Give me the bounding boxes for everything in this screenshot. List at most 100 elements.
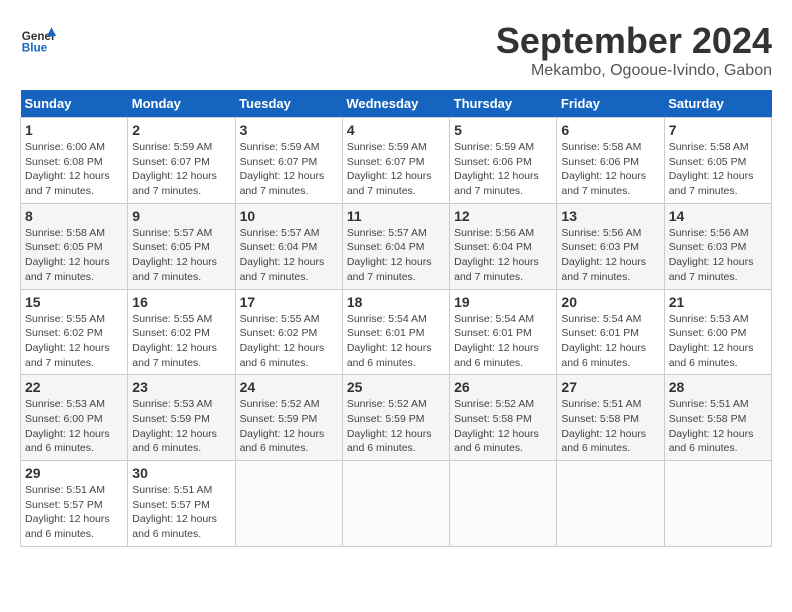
weekday-header-thursday: Thursday xyxy=(450,90,557,118)
calendar-cell: 5 Sunrise: 5:59 AMSunset: 6:06 PMDayligh… xyxy=(450,118,557,204)
day-number: 15 xyxy=(25,294,123,310)
day-info: Sunrise: 5:54 AMSunset: 6:01 PMDaylight:… xyxy=(561,312,659,371)
day-info: Sunrise: 5:53 AMSunset: 6:00 PMDaylight:… xyxy=(25,397,123,456)
day-number: 8 xyxy=(25,208,123,224)
calendar-cell: 11 Sunrise: 5:57 AMSunset: 6:04 PMDaylig… xyxy=(342,203,449,289)
day-number: 21 xyxy=(669,294,767,310)
calendar-week-4: 22 Sunrise: 5:53 AMSunset: 6:00 PMDaylig… xyxy=(21,375,772,461)
logo-icon: General Blue xyxy=(20,20,56,56)
day-info: Sunrise: 5:54 AMSunset: 6:01 PMDaylight:… xyxy=(347,312,445,371)
calendar-cell: 28 Sunrise: 5:51 AMSunset: 5:58 PMDaylig… xyxy=(664,375,771,461)
day-number: 14 xyxy=(669,208,767,224)
calendar-cell: 14 Sunrise: 5:56 AMSunset: 6:03 PMDaylig… xyxy=(664,203,771,289)
svg-text:Blue: Blue xyxy=(22,42,48,55)
calendar-cell: 29 Sunrise: 5:51 AMSunset: 5:57 PMDaylig… xyxy=(21,461,128,547)
day-number: 25 xyxy=(347,379,445,395)
calendar-cell: 17 Sunrise: 5:55 AMSunset: 6:02 PMDaylig… xyxy=(235,289,342,375)
calendar-cell: 24 Sunrise: 5:52 AMSunset: 5:59 PMDaylig… xyxy=(235,375,342,461)
day-number: 9 xyxy=(132,208,230,224)
logo: General Blue xyxy=(20,20,56,56)
calendar-cell xyxy=(664,461,771,547)
day-info: Sunrise: 5:57 AMSunset: 6:05 PMDaylight:… xyxy=(132,226,230,285)
calendar-cell: 21 Sunrise: 5:53 AMSunset: 6:00 PMDaylig… xyxy=(664,289,771,375)
calendar-cell: 16 Sunrise: 5:55 AMSunset: 6:02 PMDaylig… xyxy=(128,289,235,375)
calendar-cell: 22 Sunrise: 5:53 AMSunset: 6:00 PMDaylig… xyxy=(21,375,128,461)
calendar-cell xyxy=(235,461,342,547)
day-info: Sunrise: 5:56 AMSunset: 6:03 PMDaylight:… xyxy=(561,226,659,285)
calendar-cell: 10 Sunrise: 5:57 AMSunset: 6:04 PMDaylig… xyxy=(235,203,342,289)
day-number: 3 xyxy=(240,122,338,138)
month-title: September 2024 xyxy=(496,20,772,62)
calendar-cell xyxy=(450,461,557,547)
calendar-week-3: 15 Sunrise: 5:55 AMSunset: 6:02 PMDaylig… xyxy=(21,289,772,375)
day-info: Sunrise: 5:51 AMSunset: 5:58 PMDaylight:… xyxy=(669,397,767,456)
day-info: Sunrise: 5:56 AMSunset: 6:04 PMDaylight:… xyxy=(454,226,552,285)
weekday-header-sunday: Sunday xyxy=(21,90,128,118)
day-number: 24 xyxy=(240,379,338,395)
day-info: Sunrise: 5:53 AMSunset: 6:00 PMDaylight:… xyxy=(669,312,767,371)
calendar-cell xyxy=(342,461,449,547)
day-number: 26 xyxy=(454,379,552,395)
day-number: 23 xyxy=(132,379,230,395)
day-info: Sunrise: 5:52 AMSunset: 5:59 PMDaylight:… xyxy=(347,397,445,456)
day-number: 2 xyxy=(132,122,230,138)
day-info: Sunrise: 5:57 AMSunset: 6:04 PMDaylight:… xyxy=(240,226,338,285)
calendar-week-2: 8 Sunrise: 5:58 AMSunset: 6:05 PMDayligh… xyxy=(21,203,772,289)
day-info: Sunrise: 5:58 AMSunset: 6:05 PMDaylight:… xyxy=(25,226,123,285)
calendar-cell: 23 Sunrise: 5:53 AMSunset: 5:59 PMDaylig… xyxy=(128,375,235,461)
day-number: 22 xyxy=(25,379,123,395)
day-info: Sunrise: 5:57 AMSunset: 6:04 PMDaylight:… xyxy=(347,226,445,285)
day-number: 1 xyxy=(25,122,123,138)
calendar-cell: 18 Sunrise: 5:54 AMSunset: 6:01 PMDaylig… xyxy=(342,289,449,375)
day-number: 7 xyxy=(669,122,767,138)
day-number: 16 xyxy=(132,294,230,310)
weekday-header-monday: Monday xyxy=(128,90,235,118)
day-info: Sunrise: 5:55 AMSunset: 6:02 PMDaylight:… xyxy=(132,312,230,371)
day-info: Sunrise: 5:51 AMSunset: 5:57 PMDaylight:… xyxy=(25,483,123,542)
calendar-cell xyxy=(557,461,664,547)
calendar-cell: 13 Sunrise: 5:56 AMSunset: 6:03 PMDaylig… xyxy=(557,203,664,289)
day-number: 29 xyxy=(25,465,123,481)
calendar-cell: 6 Sunrise: 5:58 AMSunset: 6:06 PMDayligh… xyxy=(557,118,664,204)
calendar-cell: 3 Sunrise: 5:59 AMSunset: 6:07 PMDayligh… xyxy=(235,118,342,204)
day-info: Sunrise: 5:55 AMSunset: 6:02 PMDaylight:… xyxy=(25,312,123,371)
day-info: Sunrise: 5:54 AMSunset: 6:01 PMDaylight:… xyxy=(454,312,552,371)
weekday-header-row: SundayMondayTuesdayWednesdayThursdayFrid… xyxy=(21,90,772,118)
calendar-cell: 2 Sunrise: 5:59 AMSunset: 6:07 PMDayligh… xyxy=(128,118,235,204)
day-info: Sunrise: 5:59 AMSunset: 6:07 PMDaylight:… xyxy=(240,140,338,199)
day-info: Sunrise: 5:58 AMSunset: 6:06 PMDaylight:… xyxy=(561,140,659,199)
calendar-cell: 25 Sunrise: 5:52 AMSunset: 5:59 PMDaylig… xyxy=(342,375,449,461)
day-number: 5 xyxy=(454,122,552,138)
calendar-cell: 7 Sunrise: 5:58 AMSunset: 6:05 PMDayligh… xyxy=(664,118,771,204)
day-number: 19 xyxy=(454,294,552,310)
calendar-body: 1 Sunrise: 6:00 AMSunset: 6:08 PMDayligh… xyxy=(21,118,772,547)
day-info: Sunrise: 5:58 AMSunset: 6:05 PMDaylight:… xyxy=(669,140,767,199)
calendar-cell: 15 Sunrise: 5:55 AMSunset: 6:02 PMDaylig… xyxy=(21,289,128,375)
day-number: 13 xyxy=(561,208,659,224)
day-number: 18 xyxy=(347,294,445,310)
day-info: Sunrise: 5:56 AMSunset: 6:03 PMDaylight:… xyxy=(669,226,767,285)
calendar-cell: 12 Sunrise: 5:56 AMSunset: 6:04 PMDaylig… xyxy=(450,203,557,289)
calendar-cell: 19 Sunrise: 5:54 AMSunset: 6:01 PMDaylig… xyxy=(450,289,557,375)
day-number: 10 xyxy=(240,208,338,224)
calendar-cell: 26 Sunrise: 5:52 AMSunset: 5:58 PMDaylig… xyxy=(450,375,557,461)
day-info: Sunrise: 5:51 AMSunset: 5:58 PMDaylight:… xyxy=(561,397,659,456)
day-number: 28 xyxy=(669,379,767,395)
page-header: General Blue September 2024 Mekambo, Ogo… xyxy=(20,20,772,80)
day-info: Sunrise: 5:59 AMSunset: 6:07 PMDaylight:… xyxy=(132,140,230,199)
day-info: Sunrise: 5:52 AMSunset: 5:58 PMDaylight:… xyxy=(454,397,552,456)
day-number: 17 xyxy=(240,294,338,310)
day-number: 12 xyxy=(454,208,552,224)
calendar-cell: 4 Sunrise: 5:59 AMSunset: 6:07 PMDayligh… xyxy=(342,118,449,204)
day-info: Sunrise: 5:51 AMSunset: 5:57 PMDaylight:… xyxy=(132,483,230,542)
day-number: 27 xyxy=(561,379,659,395)
day-info: Sunrise: 5:59 AMSunset: 6:07 PMDaylight:… xyxy=(347,140,445,199)
calendar-cell: 9 Sunrise: 5:57 AMSunset: 6:05 PMDayligh… xyxy=(128,203,235,289)
calendar-cell: 30 Sunrise: 5:51 AMSunset: 5:57 PMDaylig… xyxy=(128,461,235,547)
day-info: Sunrise: 5:52 AMSunset: 5:59 PMDaylight:… xyxy=(240,397,338,456)
weekday-header-friday: Friday xyxy=(557,90,664,118)
calendar-week-1: 1 Sunrise: 6:00 AMSunset: 6:08 PMDayligh… xyxy=(21,118,772,204)
day-info: Sunrise: 5:59 AMSunset: 6:06 PMDaylight:… xyxy=(454,140,552,199)
day-number: 30 xyxy=(132,465,230,481)
day-number: 20 xyxy=(561,294,659,310)
